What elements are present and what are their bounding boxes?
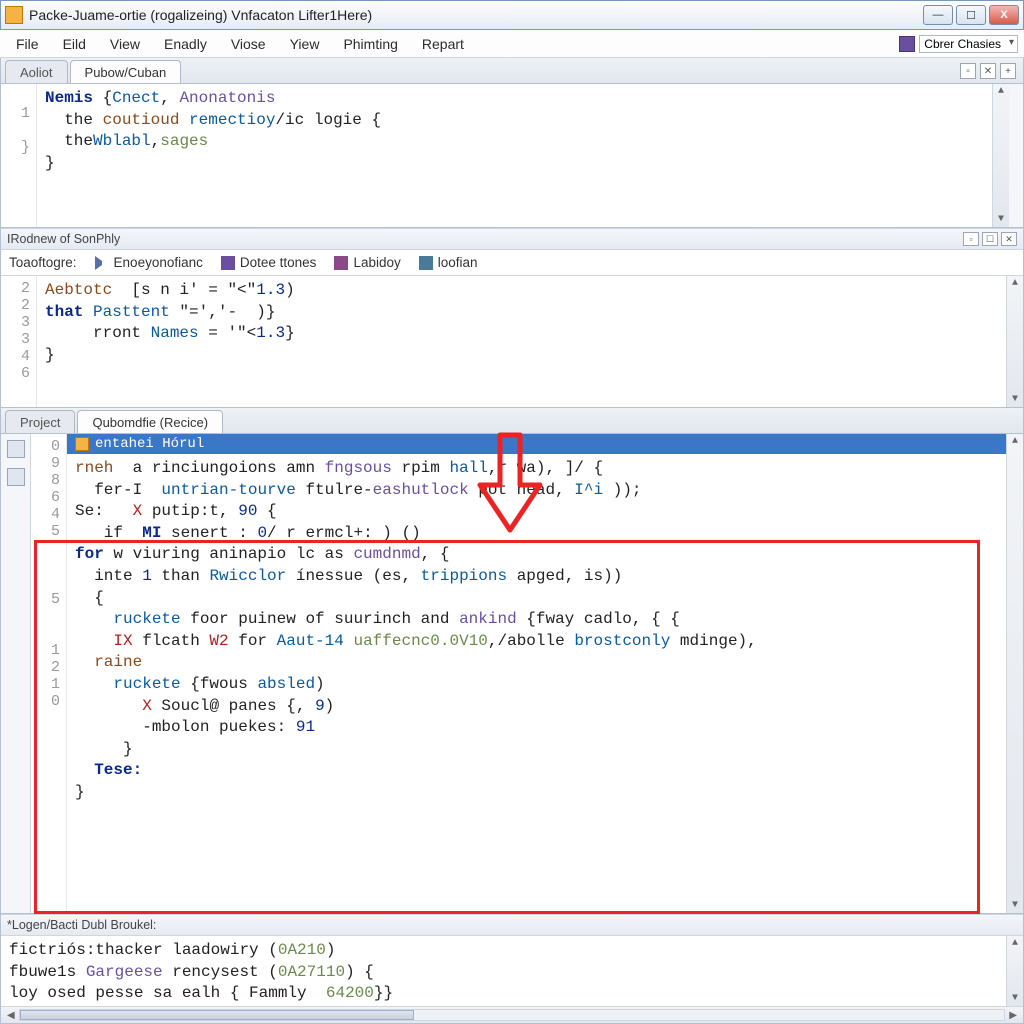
menu-enadly[interactable]: Enadly [154, 32, 217, 56]
menu-file[interactable]: File [6, 32, 49, 56]
tab-project[interactable]: Project [5, 410, 75, 433]
output-title-label: *Logen/Bacti Dubl Broukel: [7, 918, 156, 932]
output-console[interactable]: fictriós:thacker laadowiry (0A210) fbuwe… [1, 936, 1023, 1006]
gutter-main: 09864551210 [31, 434, 67, 913]
tab-qubomdfie[interactable]: Qubomdfie (Recice) [77, 410, 223, 433]
cat-dotee[interactable]: Dotee ttones [221, 255, 317, 270]
panel-min-icon[interactable]: ▫ [963, 232, 979, 246]
editor-tabs-top: Aoliot Pubow/Cuban [1, 58, 1023, 84]
hscroll-thumb[interactable] [20, 1010, 414, 1020]
toolbar-icon-1[interactable]: ▫ [960, 63, 976, 79]
toolbar-plus-icon[interactable]: + [1000, 63, 1016, 79]
toolbox-icon[interactable] [7, 440, 25, 458]
scroll-up-icon[interactable]: ▲ [998, 86, 1004, 97]
scroll-down-icon[interactable]: ▼ [1012, 900, 1018, 911]
gutter-mid: 223346 [1, 276, 37, 407]
code-area-mid[interactable]: Aebtotc [s n i' = "<"1.3) that Pasttent … [37, 276, 1006, 407]
panel-title-sonphly: IRodnew of SonPhly ▫ ☐ ✕ [1, 228, 1023, 250]
editor-tabs-lower: Project Qubomdfie (Recice) [1, 408, 1023, 434]
vscroll-top[interactable]: ▲ ▼ [992, 84, 1009, 227]
scroll-right-icon[interactable]: ▶ [1005, 1010, 1021, 1021]
menu-phimting[interactable]: Phimting [333, 32, 407, 56]
vscroll-main[interactable]: ▲ ▼ [1006, 434, 1023, 913]
tab-pubow-cuban[interactable]: Pubow/Cuban [70, 60, 182, 83]
scroll-left-icon[interactable]: ◀ [3, 1010, 19, 1021]
panel-close-icon[interactable]: ✕ [1001, 232, 1017, 246]
window-minimize-button[interactable]: — [923, 5, 953, 25]
marker-strip-top [1009, 84, 1023, 227]
category-bar: Toaoftogre: Enoeyonofianc Dotee ttones L… [1, 250, 1023, 276]
cat-toaoftogre[interactable]: Toaoftogre: [9, 255, 77, 270]
vscroll-output[interactable]: ▲ ▼ [1006, 936, 1023, 1006]
panel-title-label: IRodnew of SonPhly [7, 232, 120, 246]
menu-eild[interactable]: Eild [53, 32, 96, 56]
selected-code-header[interactable]: entahei Hórul [67, 434, 1006, 454]
output-panel-title: *Logen/Bacti Dubl Broukel: [1, 914, 1023, 936]
code-editor-top[interactable]: 1} Nemis {Cnect, Anonatonis the coutioud… [1, 84, 1023, 227]
code-area-top[interactable]: Nemis {Cnect, Anonatonis the coutioud re… [37, 84, 992, 227]
scroll-down-icon[interactable]: ▼ [1012, 394, 1018, 405]
flag-icon [419, 256, 433, 270]
menu-view[interactable]: View [100, 32, 150, 56]
hscroll-track[interactable] [19, 1009, 1006, 1021]
window-close-button[interactable]: X [989, 5, 1019, 25]
window-titlebar: Packe-Juame-ortie (rogalizeing) Vnfacato… [0, 0, 1024, 30]
perspective-dropdown[interactable]: Cbrer Chasies [919, 35, 1018, 53]
cat-loofian[interactable]: loofian [419, 255, 478, 270]
scroll-up-icon[interactable]: ▲ [1012, 278, 1018, 289]
scroll-up-icon[interactable]: ▲ [1012, 436, 1018, 447]
square2-icon [334, 256, 348, 270]
code-editor-main[interactable]: 09864551210 entahei Hórul rneh a rinciun… [1, 434, 1023, 913]
hscroll-output[interactable]: ◀ ▶ [1, 1006, 1023, 1023]
output-text[interactable]: fictriós:thacker laadowiry (0A210) fbuwe… [1, 936, 1006, 1006]
menu-yiew[interactable]: Yiew [280, 32, 330, 56]
scroll-up-icon[interactable]: ▲ [1012, 938, 1018, 949]
editor-left-iconbar [1, 434, 31, 913]
cat-enoeyonofianc[interactable]: Enoeyonofianc [95, 255, 203, 270]
menu-viose[interactable]: Viose [221, 32, 276, 56]
panel-restore-icon[interactable]: ☐ [982, 232, 998, 246]
menubar: File Eild View Enadly Viose Yiew Phimtin… [0, 30, 1024, 58]
gutter-top: 1} [1, 84, 37, 227]
triangle-icon [95, 256, 109, 270]
window-title: Packe-Juame-ortie (rogalizeing) Vnfacato… [29, 7, 923, 23]
scroll-down-icon[interactable]: ▼ [1012, 993, 1018, 1004]
app-icon [5, 6, 23, 24]
square-icon [221, 256, 235, 270]
tab-aoliot[interactable]: Aoliot [5, 60, 68, 83]
editor-toolbar-right: ▫ ✕ + [954, 60, 1022, 82]
toolbar-close-icon[interactable]: ✕ [980, 63, 996, 79]
code-area-main[interactable]: rneh a rinciungoions amn fngsous rpim ha… [67, 454, 1006, 913]
cat-labidoy[interactable]: Labidoy [334, 255, 400, 270]
menu-repart[interactable]: Repart [412, 32, 474, 56]
perspective-icon[interactable] [899, 36, 915, 52]
vscroll-mid[interactable]: ▲ ▼ [1006, 276, 1023, 407]
code-editor-mid[interactable]: 223346 Aebtotc [s n i' = "<"1.3) that Pa… [1, 276, 1023, 407]
window-maximize-button[interactable]: ☐ [956, 5, 986, 25]
scissors-icon[interactable] [7, 468, 25, 486]
selected-code-title: entahei Hórul [95, 436, 204, 452]
scroll-down-icon[interactable]: ▼ [998, 214, 1004, 225]
file-icon [75, 437, 89, 451]
